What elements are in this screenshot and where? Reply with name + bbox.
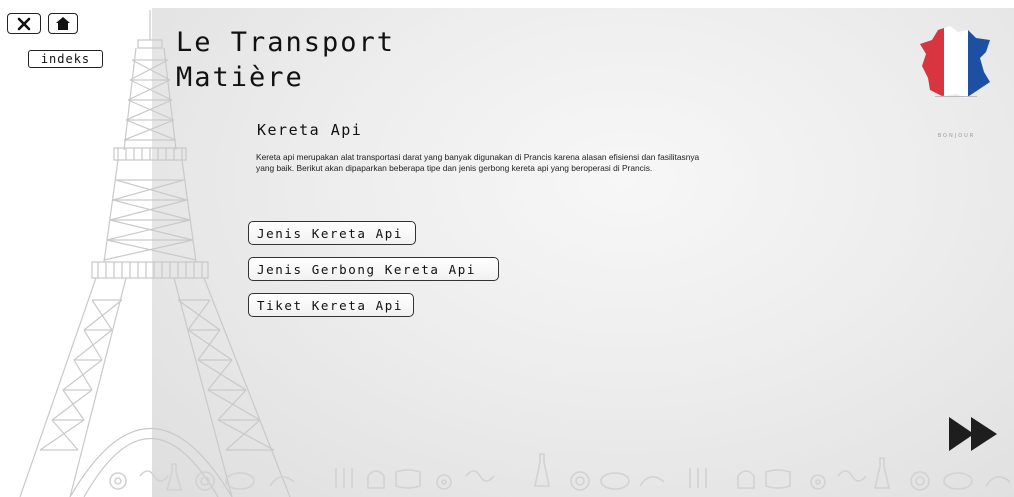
home-button[interactable]: [48, 13, 78, 34]
section-heading: Kereta Api: [257, 121, 363, 139]
france-map-flag-icon: [920, 26, 990, 98]
page-title-line2: Matière: [176, 62, 304, 93]
home-icon: [56, 17, 70, 30]
jenis-kereta-api-button[interactable]: Jenis Kereta Api: [248, 221, 416, 245]
close-button[interactable]: [7, 13, 41, 34]
page-title-line1: Le Transport: [176, 27, 396, 58]
index-button[interactable]: indeks: [28, 50, 103, 68]
food-pattern-strip: [109, 453, 1011, 491]
next-arrow-icon[interactable]: [947, 415, 999, 453]
section-description: Kereta api merupakan alat transportasi d…: [256, 152, 700, 173]
flag-caption: BONJOUR: [937, 133, 976, 139]
tiket-kereta-api-button[interactable]: Tiket Kereta Api: [248, 293, 414, 317]
flag-underline: [935, 96, 977, 97]
page-stage: indeks Le Transport Matière BONJOUR Kere…: [0, 0, 1014, 497]
jenis-gerbong-kereta-api-button[interactable]: Jenis Gerbong Kereta Api: [248, 257, 499, 281]
close-icon: [17, 17, 31, 30]
